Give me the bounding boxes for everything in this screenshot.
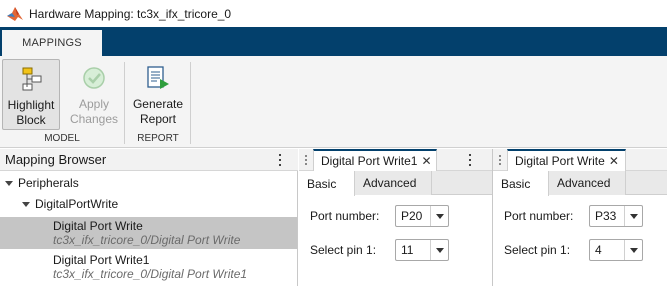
group-label-report: REPORT (137, 133, 179, 144)
highlight-label-1: Highlight (7, 98, 55, 112)
select-pin-value: 4 (595, 243, 602, 257)
browser-header: Mapping Browser (0, 149, 298, 171)
select-pin-dropdown[interactable]: 4 (589, 239, 643, 261)
browser-title: Mapping Browser (5, 152, 107, 167)
chevron-down-icon (430, 240, 448, 260)
window-title: Hardware Mapping: tc3x_ifx_tricore_0 (29, 6, 232, 21)
chevron-down-icon (624, 240, 642, 260)
panel-subtabs: Basic Advanced (493, 171, 667, 196)
select-pin-label: Select pin 1: (310, 243, 377, 257)
port-number-dropdown[interactable]: P33 (589, 205, 643, 227)
panel-menu-icon[interactable] (465, 153, 475, 167)
close-icon[interactable]: ✕ (609, 154, 619, 168)
properties-panel-1: Digital Port Write1 ✕ Basic Advanced Por… (299, 149, 492, 286)
tree-item-path: tc3x_ifx_tricore_0/Digital Port Write (53, 233, 241, 247)
port-number-value: P33 (595, 209, 617, 223)
generate-label-2: Report (139, 112, 177, 126)
tree-label: Peripherals (18, 176, 79, 190)
doc-tab-label: Digital Port Write1 (321, 154, 418, 168)
document-tab-strip: Digital Port Write ✕ (493, 149, 667, 171)
expand-caret-icon[interactable] (5, 180, 13, 186)
tree-label: DigitalPortWrite (35, 197, 119, 211)
apply-label-2: Changes (69, 112, 119, 126)
generate-label-1: Generate (132, 97, 184, 111)
chevron-down-icon (624, 206, 642, 226)
tree-node-peripherals[interactable]: Peripherals (0, 175, 297, 191)
highlight-block-icon (22, 67, 42, 91)
mapping-browser: Mapping Browser Peripherals DigitalPortW… (0, 149, 298, 286)
check-circle-icon (83, 67, 105, 89)
tab-advanced[interactable]: Advanced (549, 171, 626, 195)
highlight-label-2: Block (16, 113, 46, 127)
close-icon[interactable]: ✕ (421, 154, 431, 168)
port-number-value: P20 (401, 209, 423, 223)
tab-mappings[interactable]: MAPPINGS (2, 30, 102, 56)
apply-changes-button[interactable]: Apply Changes (64, 59, 124, 130)
chevron-down-icon (430, 206, 448, 226)
matlab-logo-icon (7, 6, 23, 21)
tab-advanced[interactable]: Advanced (355, 171, 432, 195)
document-tab-strip: Digital Port Write1 ✕ (299, 149, 492, 171)
port-number-label: Port number: (310, 209, 380, 223)
drag-grip-icon[interactable] (305, 155, 309, 165)
browser-menu-icon[interactable] (275, 153, 285, 167)
tab-basic[interactable]: Basic (493, 171, 549, 196)
toolstrip: Highlight Block Apply Changes MODEL Gene… (0, 56, 667, 148)
tree-item-digital-port-write[interactable]: Digital Port Write tc3x_ifx_tricore_0/Di… (0, 217, 297, 249)
generate-report-icon (147, 66, 169, 89)
tree-node-digitalportwrite[interactable]: DigitalPortWrite (0, 196, 297, 212)
group-label-model: MODEL (44, 133, 80, 144)
tree-item-name: Digital Port Write (53, 219, 143, 233)
group-separator (124, 62, 125, 144)
title-bar: Hardware Mapping: tc3x_ifx_tricore_0 (0, 0, 667, 27)
tree-item-digital-port-write1[interactable]: Digital Port Write1 tc3x_ifx_tricore_0/D… (0, 251, 297, 283)
tree-item-path: tc3x_ifx_tricore_0/Digital Port Write1 (53, 267, 248, 281)
doc-tab-digital-port-write1[interactable]: Digital Port Write1 ✕ (313, 149, 437, 171)
doc-tab-label: Digital Port Write (515, 154, 605, 168)
port-number-label: Port number: (504, 209, 574, 223)
drag-grip-icon[interactable] (499, 155, 503, 165)
properties-panel-2: Digital Port Write ✕ Basic Advanced Port… (493, 149, 667, 286)
highlight-block-button[interactable]: Highlight Block (2, 59, 60, 130)
apply-label-1: Apply (78, 97, 110, 111)
tab-basic[interactable]: Basic (299, 171, 355, 196)
select-pin-label: Select pin 1: (504, 243, 571, 257)
tree-item-name: Digital Port Write1 (53, 253, 150, 267)
doc-tab-digital-port-write[interactable]: Digital Port Write ✕ (507, 149, 626, 171)
generate-report-button[interactable]: Generate Report (128, 59, 188, 130)
panel-subtabs: Basic Advanced (299, 171, 492, 196)
ribbon-tab-strip: MAPPINGS (0, 27, 667, 56)
group-separator (190, 62, 191, 144)
port-number-dropdown[interactable]: P20 (395, 205, 449, 227)
expand-caret-icon[interactable] (22, 201, 30, 207)
select-pin-dropdown[interactable]: 11 (395, 239, 449, 261)
select-pin-value: 11 (401, 243, 414, 257)
